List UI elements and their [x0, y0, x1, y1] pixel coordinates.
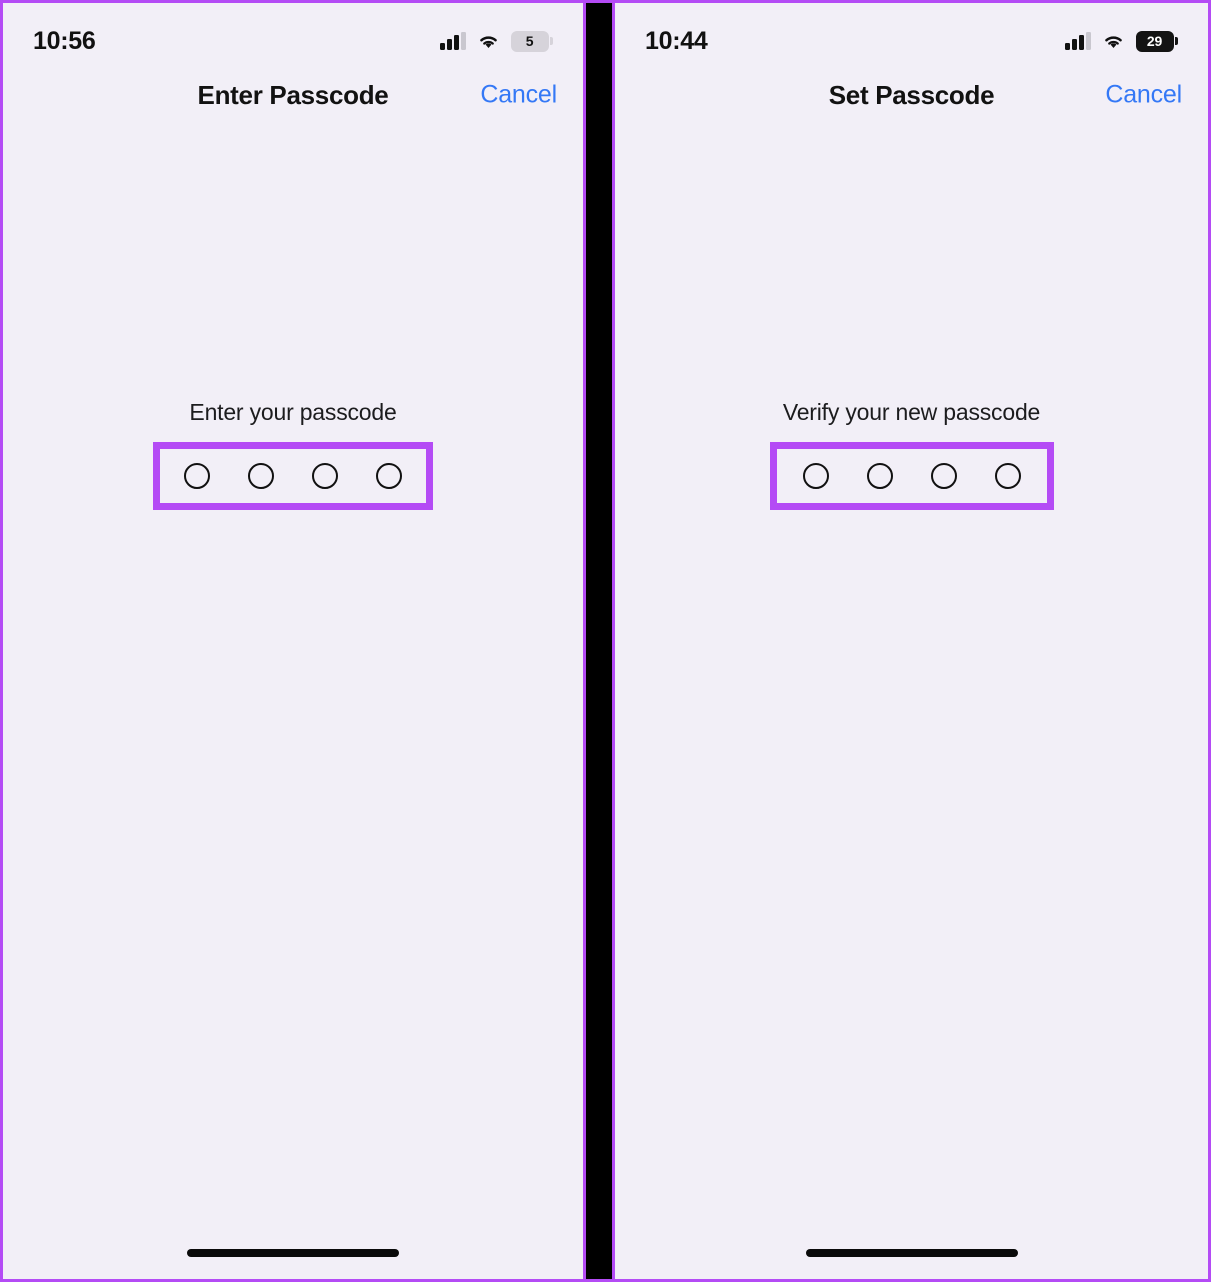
- passcode-dot: [184, 463, 210, 489]
- passcode-prompt-left: Enter your passcode: [189, 399, 397, 425]
- passcode-area-right: Verify your new passcode: [615, 399, 1208, 510]
- status-bar-right: 10:44 29: [615, 3, 1208, 65]
- passcode-dot: [994, 463, 1021, 489]
- passcode-dots-highlight-right[interactable]: [769, 442, 1054, 510]
- home-indicator-right[interactable]: [805, 1249, 1018, 1257]
- battery-icon: 29: [1135, 30, 1178, 52]
- battery-level-left: 5: [510, 30, 549, 52]
- battery-icon: 5: [510, 30, 553, 52]
- phone-screen-right: 10:44 29 Set Passcode Cancel Verify your…: [615, 3, 1208, 1279]
- phone-screen-left: 10:56 5 Enter Passcode Cancel Enter your…: [3, 3, 583, 1279]
- passcode-area-left: Enter your passcode: [3, 399, 583, 510]
- passcode-dot: [312, 463, 338, 489]
- status-time-right: 10:44: [645, 26, 708, 55]
- passcode-dot: [248, 463, 274, 489]
- cancel-button-left[interactable]: Cancel: [480, 81, 557, 110]
- passcode-dot: [802, 463, 829, 489]
- nav-bar-left: Enter Passcode Cancel: [3, 65, 583, 125]
- wifi-icon: [1104, 36, 1122, 48]
- nav-bar-right: Set Passcode Cancel: [615, 65, 1208, 125]
- home-indicator-left[interactable]: [187, 1249, 399, 1257]
- cellular-bars-icon: [440, 32, 466, 50]
- battery-level-right: 29: [1135, 30, 1174, 52]
- passcode-dot: [930, 463, 957, 489]
- panel-divider: [583, 3, 615, 1279]
- status-icons-left: 5: [440, 30, 553, 52]
- status-icons-right: 29: [1065, 30, 1178, 52]
- page-title-left: Enter Passcode: [197, 79, 389, 110]
- passcode-dot: [866, 463, 893, 489]
- cellular-bars-icon: [1065, 32, 1091, 50]
- passcode-dots-highlight-left[interactable]: [153, 442, 433, 510]
- cancel-button-right[interactable]: Cancel: [1105, 81, 1182, 110]
- passcode-dot: [376, 463, 402, 489]
- battery-cap: [550, 37, 553, 45]
- wifi-icon: [479, 36, 497, 48]
- page-title-right: Set Passcode: [828, 79, 995, 110]
- status-bar-left: 10:56 5: [3, 3, 583, 65]
- battery-cap: [1175, 37, 1178, 45]
- screenshot-comparison-figure: 10:56 5 Enter Passcode Cancel Enter your…: [0, 0, 1211, 1282]
- status-time-left: 10:56: [33, 26, 96, 55]
- passcode-prompt-right: Verify your new passcode: [782, 399, 1041, 425]
